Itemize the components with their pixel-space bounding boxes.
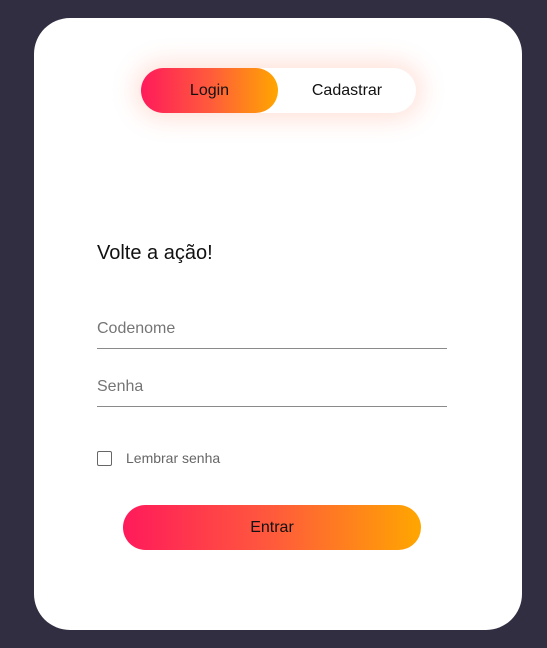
remember-label: Lembrar senha: [126, 450, 221, 466]
form-heading: Volte a ação!: [97, 242, 213, 264]
remember-password-row[interactable]: Lembrar senha: [97, 450, 220, 466]
login-card: Login Cadastrar Volte a ação! Lembrar se…: [34, 18, 522, 630]
codename-input[interactable]: [97, 310, 447, 349]
password-input[interactable]: [97, 368, 447, 407]
remember-checkbox[interactable]: [97, 450, 112, 466]
submit-button[interactable]: Entrar: [123, 505, 421, 550]
login-tab[interactable]: Login: [141, 68, 278, 113]
auth-mode-toggle: Login Cadastrar: [141, 68, 416, 113]
signup-tab[interactable]: Cadastrar: [278, 68, 416, 113]
